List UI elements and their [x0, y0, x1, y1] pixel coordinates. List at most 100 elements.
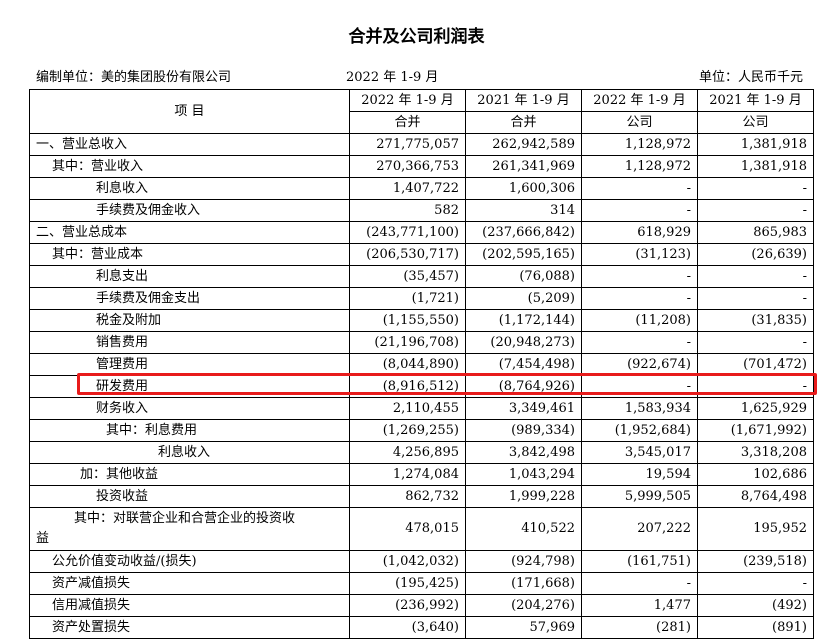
- cell-value: 57,969: [465, 616, 582, 639]
- cell-value: 3,349,461: [465, 397, 582, 420]
- cell-value: -: [581, 331, 698, 354]
- cell-value: (243,771,100): [349, 221, 466, 244]
- cell-value: 1,381,918: [697, 133, 814, 156]
- cell-value: 478,015: [349, 507, 466, 551]
- cell-value: (924,798): [465, 550, 582, 573]
- cell-value: 1,477: [581, 594, 698, 617]
- table-row: 利息收入 1,407,722 1,600,306 - -: [29, 177, 814, 200]
- cell-value: 3,842,498: [465, 441, 582, 464]
- reporting-period: 2022 年 1-9 月: [346, 70, 439, 85]
- row-label: 加：其他收益: [29, 463, 350, 486]
- cell-value: (26,639): [697, 243, 814, 266]
- table-row: 销售费用 (21,196,708) (20,948,273) - -: [29, 331, 814, 354]
- cell-value: (236,992): [349, 594, 466, 617]
- row-label: 其中：营业收入: [29, 155, 350, 178]
- cell-value: 8,764,498: [697, 485, 814, 508]
- cell-value: -: [581, 199, 698, 222]
- cell-value: 865,983: [697, 221, 814, 244]
- row-label: 手续费及佣金支出: [29, 287, 350, 310]
- table-row: 信用减值损失 (236,992) (204,276) 1,477 (492): [29, 594, 814, 617]
- table-row: 其中：对联营企业和合营企业的投资收益 478,015 410,522 207,2…: [29, 507, 814, 551]
- row-label: 资产减值损失: [29, 572, 350, 595]
- cell-value: 618,929: [581, 221, 698, 244]
- cell-value: 271,775,057: [349, 133, 466, 156]
- cell-value: 1,999,228: [465, 485, 582, 508]
- cell-value: (3,640): [349, 616, 466, 639]
- cell-value: (1,042,032): [349, 550, 466, 573]
- table-row: 其中：营业收入 270,366,753 261,341,969 1,128,97…: [29, 155, 814, 178]
- cell-value: (171,668): [465, 572, 582, 595]
- cell-value: (237,666,842): [465, 221, 582, 244]
- header-scope: 公司: [581, 111, 698, 134]
- cell-value: 5,999,505: [581, 485, 698, 508]
- row-label: 利息收入: [29, 441, 350, 464]
- table-row: 税金及附加 (1,155,550) (1,172,144) (11,208) (…: [29, 309, 814, 332]
- cell-value: (1,155,550): [349, 309, 466, 332]
- row-label: 财务收入: [29, 397, 350, 420]
- table-row: 一、营业总收入 271,775,057 262,942,589 1,128,97…: [29, 133, 814, 156]
- row-label: 其中：营业成本: [29, 243, 350, 266]
- cell-value: 1,128,972: [581, 133, 698, 156]
- income-statement-table: 项 目 2022 年 1-9 月 2021 年 1-9 月 2022 年 1-9…: [29, 89, 814, 639]
- cell-value: (11,208): [581, 309, 698, 332]
- cell-value: (239,518): [697, 550, 814, 573]
- cell-value: (1,721): [349, 287, 466, 310]
- cell-value: 2,110,455: [349, 397, 466, 420]
- cell-value: 4,256,895: [349, 441, 466, 464]
- row-label: 一、营业总收入: [29, 133, 350, 156]
- cell-value: (891): [697, 616, 814, 639]
- header-period: 2022 年 1-9 月: [581, 89, 698, 112]
- table-row: 利息支出 (35,457) (76,088) - -: [29, 265, 814, 288]
- statement-title: 合并及公司利润表: [348, 27, 485, 47]
- row-label: 税金及附加: [29, 309, 350, 332]
- header-period: 2021 年 1-9 月: [697, 89, 814, 112]
- cell-value: 270,366,753: [349, 155, 466, 178]
- row-label-line2: 益: [36, 531, 50, 546]
- cell-value: (35,457): [349, 265, 466, 288]
- cell-value: -: [697, 287, 814, 310]
- table-row: 手续费及佣金支出 (1,721) (5,209) - -: [29, 287, 814, 310]
- header-scope: 合并: [349, 111, 466, 134]
- table-row: 财务收入 2,110,455 3,349,461 1,583,934 1,625…: [29, 397, 814, 420]
- cell-value: -: [581, 287, 698, 310]
- table-row: 其中：利息费用 (1,269,255) (989,334) (1,952,684…: [29, 419, 814, 442]
- cell-value: -: [581, 177, 698, 200]
- rd-expense-highlight-box: [77, 373, 817, 395]
- cell-value: (1,172,144): [465, 309, 582, 332]
- cell-value: -: [697, 331, 814, 354]
- currency-unit: 单位：人民币千元: [698, 70, 803, 85]
- cell-value: 582: [349, 199, 466, 222]
- cell-value: 410,522: [465, 507, 582, 551]
- cell-value: -: [581, 572, 698, 595]
- header-period: 2021 年 1-9 月: [465, 89, 582, 112]
- table-row: 加：其他收益 1,274,084 1,043,294 19,594 102,68…: [29, 463, 814, 486]
- header-scope: 合并: [465, 111, 582, 134]
- cell-value: (161,751): [581, 550, 698, 573]
- cell-value: -: [581, 265, 698, 288]
- row-label: 销售费用: [29, 331, 350, 354]
- cell-value: 207,222: [581, 507, 698, 551]
- cell-value: (21,196,708): [349, 331, 466, 354]
- table-row: 手续费及佣金收入 582 314 - -: [29, 199, 814, 222]
- cell-value: 1,043,294: [465, 463, 582, 486]
- table-row: 资产处置损失 (3,640) 57,969 (281) (891): [29, 616, 814, 639]
- row-label: 投资收益: [29, 485, 350, 508]
- header-row-periods: 项 目 2022 年 1-9 月 2021 年 1-9 月 2022 年 1-9…: [29, 89, 814, 134]
- cell-value: (1,671,992): [697, 419, 814, 442]
- cell-value: -: [697, 177, 814, 200]
- cell-value: (1,952,684): [581, 419, 698, 442]
- table-row: 其中：营业成本 (206,530,717) (202,595,165) (31,…: [29, 243, 814, 266]
- row-label: 利息收入: [29, 177, 350, 200]
- cell-value: 314: [465, 199, 582, 222]
- cell-value: 19,594: [581, 463, 698, 486]
- cell-value: 1,274,084: [349, 463, 466, 486]
- cell-value: 1,600,306: [465, 177, 582, 200]
- row-label: 其中：利息费用: [29, 419, 350, 442]
- reporting-entity: 编制单位：美的集团股份有限公司: [36, 70, 232, 85]
- table-row: 投资收益 862,732 1,999,228 5,999,505 8,764,4…: [29, 485, 814, 508]
- row-label: 资产处置损失: [29, 616, 350, 639]
- row-label: 其中：对联营企业和合营企业的投资收益: [29, 507, 350, 551]
- cell-value: (76,088): [465, 265, 582, 288]
- cell-value: 3,318,208: [697, 441, 814, 464]
- row-label: 信用减值损失: [29, 594, 350, 617]
